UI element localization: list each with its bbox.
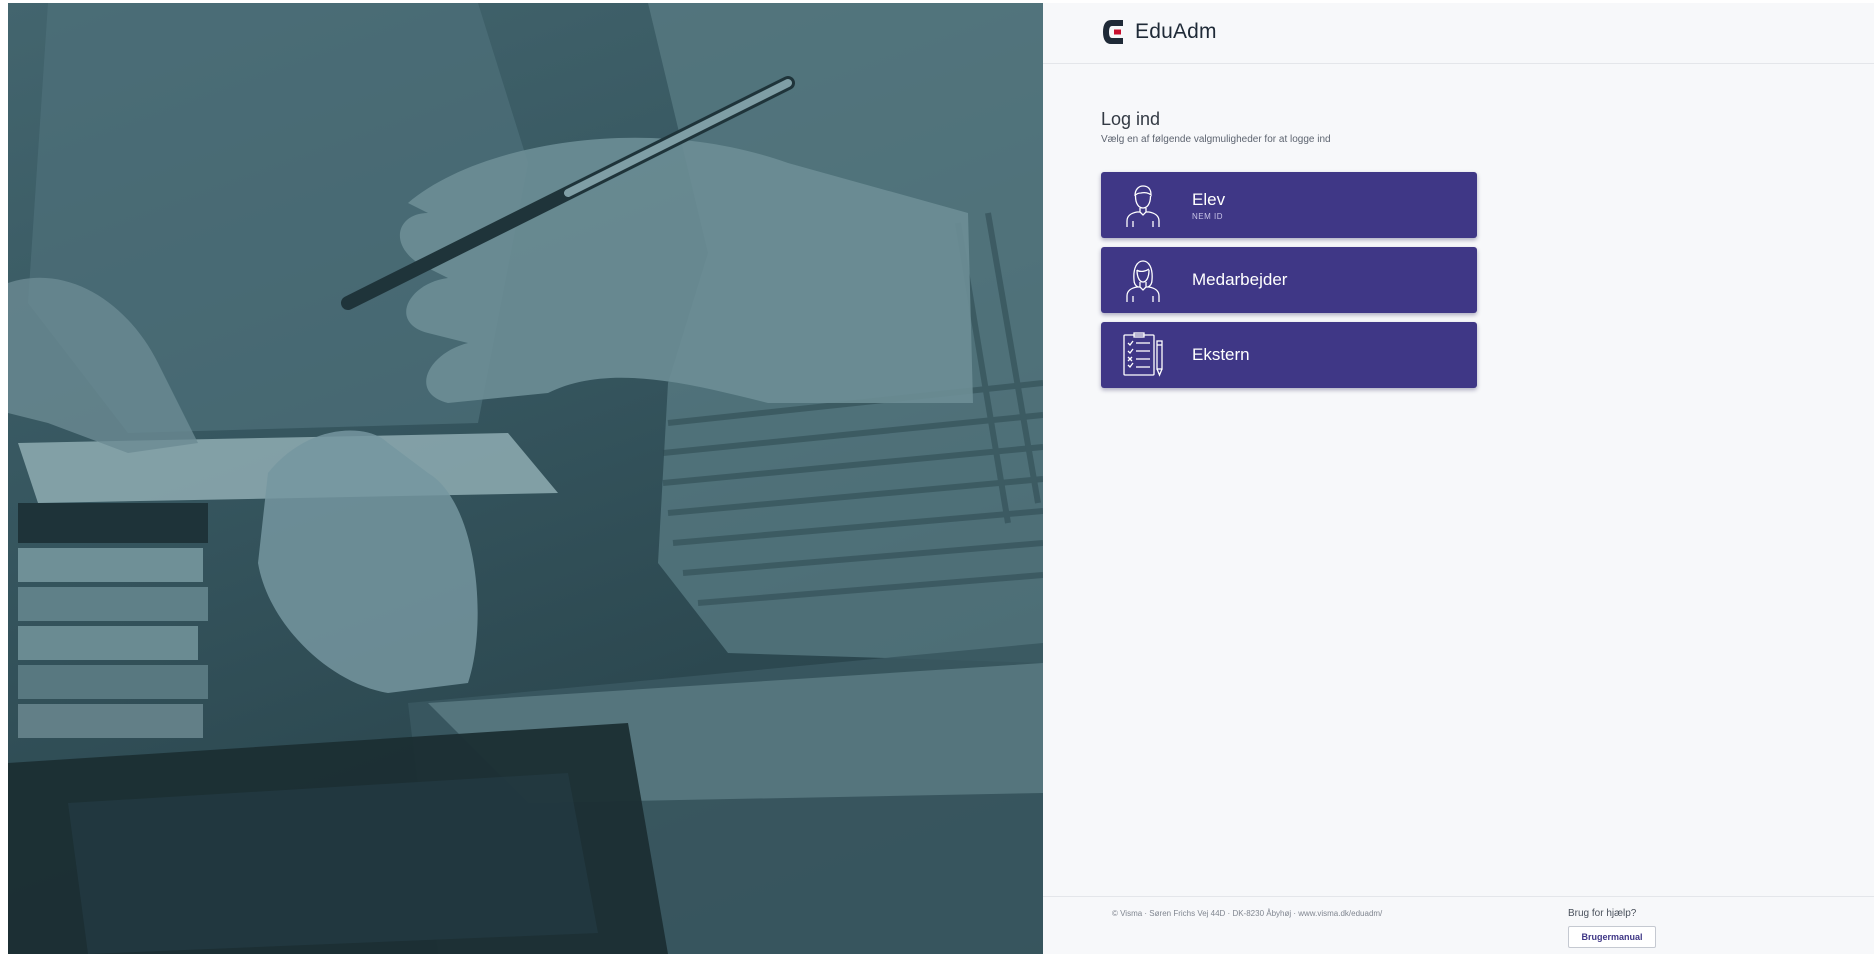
app-logo[interactable]: EduAdm — [1101, 17, 1217, 47]
login-title: Log ind — [1101, 109, 1161, 129]
eduadm-logo-icon — [1103, 20, 1123, 44]
login-option-elev[interactable]: Elev NEM ID — [1101, 172, 1477, 238]
login-page: EduAdm Log ind Vælg en af følgende valgm… — [0, 0, 1874, 954]
login-panel: EduAdm Log ind Vælg en af følgende valgm… — [1043, 3, 1874, 954]
login-subtitle: Vælg en af følgende valgmuligheder for a… — [1101, 134, 1331, 145]
copyright-text: © Visma · Søren Frichs Vej 44D · DK-8230… — [1112, 909, 1383, 918]
login-option-sublabel: NEM ID — [1192, 212, 1223, 221]
login-option-label: Elev — [1192, 190, 1226, 209]
help-label: Brug for hjælp? — [1568, 908, 1637, 919]
login-option-medarbejder[interactable]: Medarbejder — [1101, 247, 1477, 313]
top-bar: EduAdm — [1043, 3, 1874, 64]
student-icon — [1126, 185, 1160, 227]
hero-photo — [8, 3, 1043, 954]
footer: © Visma · Søren Frichs Vej 44D · DK-8230… — [1043, 896, 1874, 955]
login-option-ekstern[interactable]: Ekstern — [1101, 322, 1477, 388]
app-logo-text: EduAdm — [1135, 20, 1217, 43]
login-option-label: Ekstern — [1192, 345, 1250, 364]
login-option-label: Medarbejder — [1192, 270, 1288, 289]
hero-image — [8, 3, 1043, 954]
login-options: Elev NEM ID Medarbejder Ekstern — [1101, 172, 1477, 397]
employee-icon — [1126, 260, 1160, 302]
user-manual-button[interactable]: Brugermanual — [1568, 926, 1656, 948]
checklist-document-icon — [1123, 332, 1163, 377]
